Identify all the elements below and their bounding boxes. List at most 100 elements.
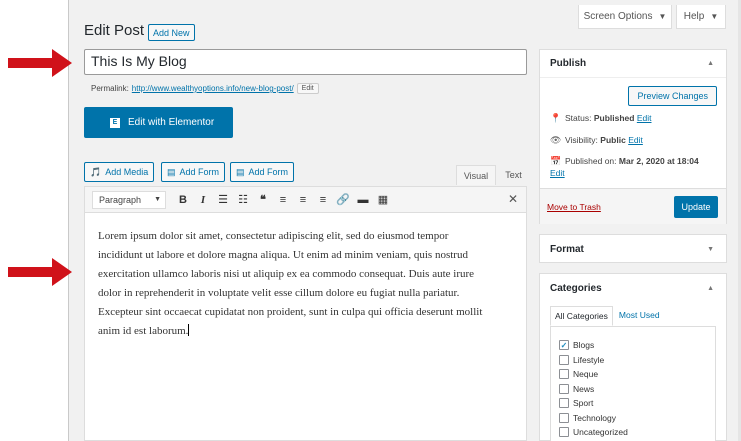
post-title-input[interactable]: This Is My Blog: [84, 49, 527, 75]
bold-icon[interactable]: B: [174, 191, 192, 209]
visibility-label: Visibility:: [565, 135, 598, 145]
editor-content[interactable]: Lorem ipsum dolor sit amet, consectetur …: [98, 227, 518, 341]
checkbox[interactable]: [559, 354, 569, 365]
screenshot-canvas: Screen Options ▼ Help ▼ Edit Post Add Ne…: [0, 0, 741, 441]
checkbox[interactable]: [559, 398, 569, 409]
red-arrow-icon: [8, 258, 72, 286]
format-select[interactable]: Paragraph ▼: [92, 190, 166, 209]
pin-icon: 📍: [550, 113, 562, 123]
caret-down-icon: ▼: [658, 12, 667, 21]
category-label: Technology: [573, 412, 617, 423]
align-left-icon[interactable]: ≡: [274, 191, 292, 209]
media-icon: 🎵: [90, 166, 102, 177]
category-item-blogs[interactable]: ✓ Blogs: [559, 338, 715, 353]
toolbar-toggle-icon[interactable]: ▦: [374, 191, 392, 209]
collapse-up-icon[interactable]: ▲: [707, 285, 714, 292]
tab-visual[interactable]: Visual: [456, 165, 496, 185]
checkbox[interactable]: [559, 383, 569, 394]
update-button[interactable]: Update: [674, 196, 718, 218]
italic-icon[interactable]: I: [194, 191, 212, 209]
status-value: Published: [593, 113, 635, 123]
status-edit-link[interactable]: Edit: [637, 113, 652, 123]
checkbox[interactable]: [559, 412, 569, 423]
read-more-icon[interactable]: ▬: [354, 191, 372, 209]
category-label: Lifestyle: [573, 354, 605, 365]
add-form-button[interactable]: ▤ Add Form: [161, 162, 226, 182]
screen-options-button[interactable]: Screen Options ▼: [578, 5, 672, 29]
categories-title: Categories: [550, 282, 602, 294]
publish-box-header[interactable]: Publish ▲: [540, 50, 726, 78]
tab-text[interactable]: Text: [500, 165, 527, 185]
preview-changes-button[interactable]: Preview Changes: [628, 86, 717, 106]
status-label: Status:: [565, 113, 592, 123]
eye-icon: 👁: [550, 135, 562, 145]
content-line: dolor in reprehenderit in voluptate veli…: [98, 287, 460, 299]
format-box: Format ▼: [539, 234, 727, 263]
permalink-label: Permalink:: [91, 84, 129, 93]
status-row: 📍 Status: Published Edit: [550, 113, 652, 124]
add-media-label: Add Media: [105, 167, 149, 177]
form-icon: ▤: [236, 166, 245, 177]
publish-title: Publish: [550, 58, 587, 69]
content-line: Lorem ipsum dolor sit amet, consectetur …: [98, 230, 449, 242]
published-on-row: 📅 Published on: Mar 2, 2020 at 18:04 Edi…: [550, 156, 699, 178]
collapse-down-icon[interactable]: ▼: [707, 246, 714, 253]
categories-box: Categories ▲ All Categories Most Used ✓ …: [539, 273, 727, 441]
checkbox-checked[interactable]: ✓: [559, 340, 569, 351]
screen-options-label: Screen Options: [583, 11, 653, 22]
visibility-edit-link[interactable]: Edit: [628, 135, 643, 145]
tab-most-used[interactable]: Most Used: [613, 306, 664, 326]
visibility-value: Public: [600, 135, 626, 145]
blockquote-icon[interactable]: ❝: [254, 191, 272, 209]
add-media-button[interactable]: 🎵 Add Media: [84, 162, 155, 182]
permalink-link[interactable]: http://www.wealthyoptions.info/new-blog-…: [132, 84, 294, 93]
caret-down-icon: ▼: [154, 196, 161, 203]
checkbox[interactable]: [559, 427, 569, 438]
published-on-edit-link[interactable]: Edit: [550, 168, 565, 178]
category-label: Uncategorized: [573, 427, 628, 438]
category-item-technology[interactable]: Technology: [559, 411, 715, 426]
content-line: anim id est laborum.: [98, 325, 189, 337]
add-new-button[interactable]: Add New: [148, 24, 195, 41]
add-form-label: Add Form: [248, 167, 289, 177]
format-select-value: Paragraph: [99, 194, 142, 205]
elementor-icon: E: [110, 117, 120, 128]
publish-actions: Move to Trash Update: [540, 188, 726, 224]
align-right-icon[interactable]: ≡: [314, 191, 332, 209]
content-line: exercitation ullamco laboris nisi ut ali…: [98, 268, 475, 280]
checkbox[interactable]: [559, 369, 569, 380]
align-center-icon[interactable]: ≡: [294, 191, 312, 209]
bullet-list-icon[interactable]: ☰: [214, 191, 232, 209]
caret-down-icon: ▼: [710, 12, 719, 21]
category-list: ✓ Blogs Lifestyle Neque News Sport Techn…: [550, 326, 716, 441]
add-form-label: Add Form: [179, 167, 220, 177]
add-form-button-2[interactable]: ▤ Add Form: [230, 162, 295, 182]
category-label: Blogs: [573, 340, 595, 351]
category-item-news[interactable]: News: [559, 382, 715, 397]
post-editor[interactable]: Paragraph ▼ B I ☰ ☷ ❝ ≡ ≡ ≡ 🔗 ▬ ▦ ✕ Lore…: [84, 186, 527, 441]
edit-with-elementor-button[interactable]: E Edit with Elementor: [84, 107, 233, 138]
editor-toolbar: Paragraph ▼ B I ☰ ☷ ❝ ≡ ≡ ≡ 🔗 ▬ ▦ ✕: [85, 187, 526, 213]
elementor-button-label: Edit with Elementor: [128, 117, 215, 128]
link-icon[interactable]: 🔗: [334, 191, 352, 209]
category-item-neque[interactable]: Neque: [559, 367, 715, 382]
category-item-uncategorized[interactable]: Uncategorized: [559, 425, 715, 440]
calendar-icon: 📅: [550, 156, 562, 166]
help-label: Help: [683, 11, 705, 22]
content-line: Excepteur sint occaecat cupidatat non pr…: [98, 306, 483, 318]
move-to-trash-link[interactable]: Move to Trash: [547, 202, 601, 212]
numbered-list-icon[interactable]: ☷: [234, 191, 252, 209]
visibility-row: 👁 Visibility: Public Edit: [550, 135, 643, 146]
text-cursor: [188, 324, 190, 336]
category-item-sport[interactable]: Sport: [559, 396, 715, 411]
fullscreen-icon[interactable]: ✕: [508, 192, 518, 206]
categories-box-header[interactable]: Categories ▲: [540, 274, 726, 302]
format-box-header[interactable]: Format ▼: [540, 235, 726, 263]
tab-all-categories[interactable]: All Categories: [550, 306, 613, 326]
publish-box: Publish ▲ Preview Changes 📍 Status: Publ…: [539, 49, 727, 224]
collapse-up-icon[interactable]: ▲: [707, 60, 714, 67]
help-button[interactable]: Help ▼: [676, 5, 726, 29]
category-label: News: [573, 383, 595, 394]
category-item-lifestyle[interactable]: Lifestyle: [559, 353, 715, 368]
permalink-edit-button[interactable]: Edit: [296, 83, 319, 94]
